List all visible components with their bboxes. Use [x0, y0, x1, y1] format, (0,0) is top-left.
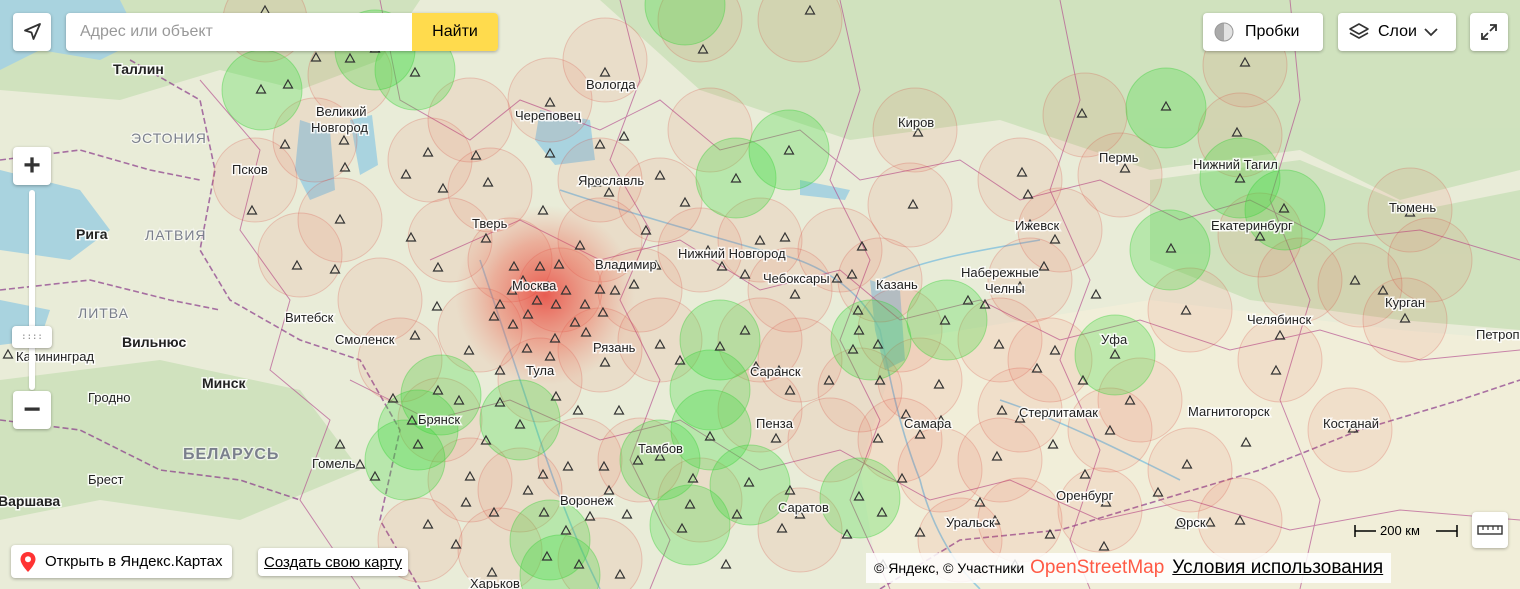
- city-label: Брянск: [418, 412, 460, 427]
- city-label: Пермь: [1099, 150, 1139, 165]
- city-label: Петропавловск: [1476, 327, 1520, 342]
- copyright-bar: © Яндекс, © Участники OpenStreetMap Усло…: [866, 553, 1392, 583]
- city-label: Харьков: [470, 576, 520, 589]
- city-label: Киров: [898, 115, 934, 130]
- layers-button[interactable]: Слои: [1338, 13, 1456, 51]
- search-input[interactable]: [66, 13, 412, 51]
- open-in-maps-button[interactable]: Открыть в Яндекс.Картах: [11, 545, 233, 578]
- city-label: Самара: [904, 416, 952, 431]
- city-label: Тюмень: [1389, 200, 1436, 215]
- city-label: Великий: [316, 104, 367, 119]
- map-canvas[interactable]: Таллин Великий Новгород Череповец Вологд…: [0, 0, 1520, 589]
- city-label: Таллин: [113, 61, 164, 77]
- city-label: Саранск: [750, 364, 801, 379]
- city-label: Пенза: [756, 416, 794, 431]
- city-label: Минск: [202, 375, 247, 391]
- city-label: Оренбург: [1056, 488, 1113, 503]
- traffic-icon: [1214, 22, 1234, 42]
- create-map-label: Создать свою карту: [264, 553, 403, 571]
- traffic-button[interactable]: Пробки: [1203, 13, 1323, 51]
- city-label: Новгород: [311, 120, 368, 135]
- layers-label: Слои: [1378, 23, 1417, 40]
- city-label: Челябинск: [1247, 312, 1311, 327]
- city-label: Вологда: [586, 77, 636, 92]
- city-label: Тверь: [472, 216, 508, 231]
- city-label: Тамбов: [638, 441, 683, 456]
- city-label: Орск: [1176, 515, 1206, 530]
- scale-label: 200 км: [1380, 523, 1420, 538]
- city-label: Рязань: [593, 340, 636, 355]
- city-label: Саратов: [778, 500, 829, 515]
- city-label: Череповец: [515, 108, 582, 123]
- region-label: ЛИТВА: [78, 305, 129, 321]
- city-label: Нижний Новгород: [678, 246, 786, 261]
- city-label: Челны: [985, 281, 1025, 296]
- city-label: Стерлитамак: [1019, 405, 1098, 420]
- city-label: Казань: [876, 277, 918, 292]
- city-label: Псков: [232, 162, 268, 177]
- terms-link[interactable]: Условия использования: [1172, 557, 1383, 579]
- layers-icon: [1349, 23, 1369, 39]
- zoom-in-button[interactable]: +: [13, 147, 51, 185]
- location-arrow-icon: [24, 23, 41, 40]
- search-button[interactable]: Найти: [412, 13, 498, 51]
- city-label: Гродно: [88, 390, 130, 405]
- ruler-icon: [1477, 525, 1503, 535]
- city-label: Ярославль: [578, 173, 644, 188]
- city-label: Воронеж: [560, 493, 614, 508]
- city-label: Ижевск: [1015, 218, 1060, 233]
- create-map-link[interactable]: Создать свою карту: [258, 548, 409, 576]
- fullscreen-button[interactable]: [1470, 13, 1508, 51]
- city-label: Уральск: [946, 515, 995, 530]
- ruler-button[interactable]: [1472, 512, 1508, 548]
- city-label: Чебоксары: [763, 271, 830, 286]
- minus-icon: −: [23, 393, 41, 426]
- city-label: Москва: [512, 278, 557, 293]
- osm-link[interactable]: OpenStreetMap: [1030, 557, 1164, 579]
- city-label: Гомель: [312, 456, 356, 471]
- traffic-label: Пробки: [1245, 23, 1300, 40]
- city-label: Рига: [76, 226, 108, 242]
- city-label: Витебск: [285, 310, 334, 325]
- city-label: Уфа: [1101, 332, 1128, 347]
- region-label: ЭСТОНИЯ: [131, 130, 207, 146]
- city-label: Костанай: [1323, 416, 1379, 431]
- city-label: Владимир: [595, 257, 657, 272]
- city-label: Курган: [1385, 295, 1425, 310]
- geolocation-button[interactable]: [13, 13, 51, 51]
- city-label: Набережные: [961, 265, 1039, 280]
- city-label: Магнитогорск: [1188, 404, 1270, 419]
- city-label: Варшава: [0, 493, 60, 509]
- city-label: Нижний Тагил: [1193, 157, 1278, 172]
- city-label: Калининград: [16, 349, 94, 364]
- city-label: Брест: [88, 472, 123, 487]
- copyright-text: © Яндекс, © Участники: [874, 560, 1025, 576]
- zoom-out-button[interactable]: −: [13, 391, 51, 429]
- region-label: ЛАТВИЯ: [145, 227, 207, 243]
- zoom-slider-track[interactable]: [29, 190, 35, 390]
- city-label: Вильнюс: [122, 334, 186, 350]
- moscow-heat-core: [455, 205, 635, 385]
- open-in-maps-label: Открыть в Яндекс.Картах: [45, 553, 223, 570]
- plus-icon: +: [23, 149, 41, 182]
- expand-icon: [1481, 24, 1497, 40]
- city-label: Екатеринбург: [1211, 218, 1293, 233]
- scale-bar: 200 км: [1354, 521, 1459, 541]
- map-pin-icon: [20, 551, 36, 572]
- search-bar: Найти: [66, 13, 498, 51]
- city-label: Тула: [526, 363, 555, 378]
- chevron-down-icon: [1424, 28, 1438, 37]
- region-label: БЕЛАРУСЬ: [183, 446, 279, 463]
- city-label: Смоленск: [335, 332, 395, 347]
- zoom-slider-handle[interactable]: ::::: [12, 326, 52, 348]
